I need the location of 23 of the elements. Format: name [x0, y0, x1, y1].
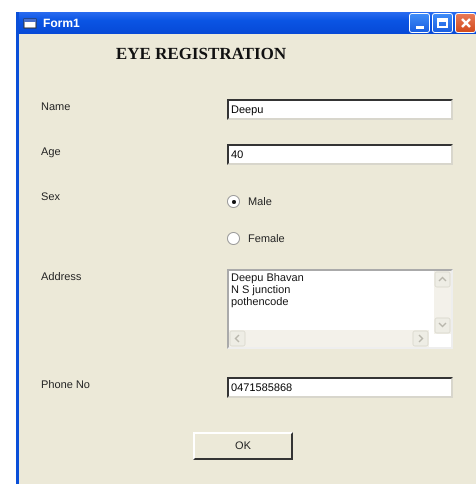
field-label: Sex	[41, 191, 61, 203]
window-icon	[23, 17, 37, 29]
field-label: Age	[41, 145, 62, 158]
close-icon	[460, 18, 470, 28]
text-field[interactable]: 0471585868	[227, 377, 453, 398]
field-label: Name	[41, 100, 72, 113]
window-title: Form1	[43, 16, 80, 30]
close-button[interactable]	[455, 13, 476, 33]
form-heading: EYE REGISTRATION	[114, 43, 288, 65]
maximize-button[interactable]	[432, 13, 453, 33]
horizontal-scrollbar[interactable]	[229, 330, 429, 347]
text-area[interactable]: Deepu Bhavan N S junction pothencode	[227, 269, 453, 349]
minimize-icon	[416, 26, 424, 28]
text-field[interactable]: 40	[227, 144, 453, 165]
ok-button[interactable]: OK	[193, 432, 293, 460]
minimize-button[interactable]	[409, 13, 430, 33]
radio-option[interactable]: Female	[227, 232, 285, 245]
field-label: Phone No	[41, 378, 91, 391]
text-field[interactable]: Deepu	[227, 99, 453, 120]
field-label: Address	[41, 270, 82, 283]
maximize-icon	[437, 18, 448, 28]
radio-option[interactable]: Male	[227, 195, 272, 208]
vertical-scrollbar[interactable]	[434, 271, 451, 334]
